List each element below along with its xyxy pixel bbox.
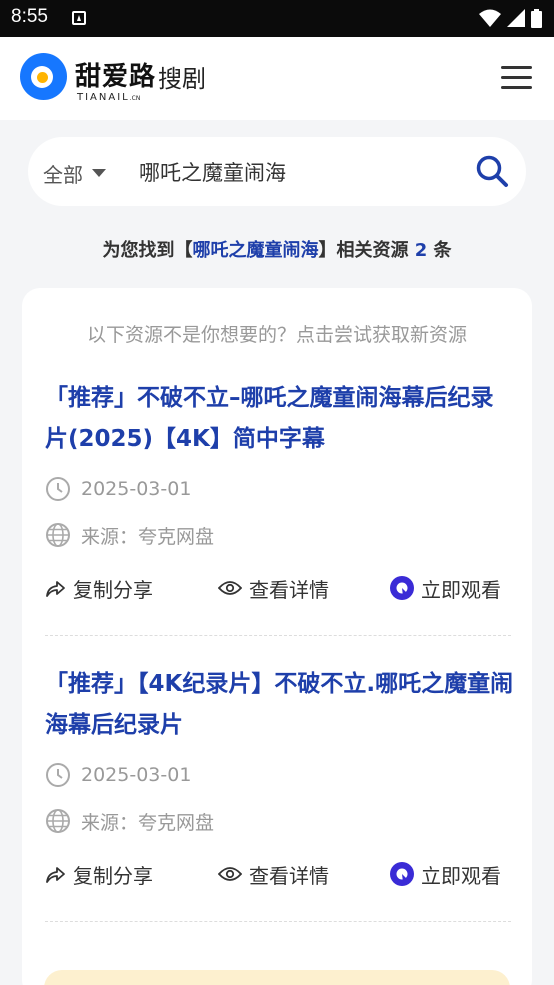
watch-now-label: 立即观看 [421,577,501,602]
summary-count: 2 [414,240,428,261]
share-icon [46,867,65,883]
new-resource-hint[interactable]: 以下资源不是你想要的？点击尝试获取新资源 [22,320,532,347]
result-title[interactable]: 「推荐」不破不立–哪吒之魔童闹海幕后纪录片(2025)【4K】简中字幕 [45,378,515,460]
watch-icon [390,576,414,600]
logo-title[interactable]: 甜爱路 [75,56,156,93]
globe-icon [46,523,70,547]
result-date: 2025-03-01 [45,762,191,788]
source-text: 来源：夸克网盘 [81,811,215,834]
view-detail-label: 查看详情 [249,863,329,888]
view-detail-button[interactable]: 查看详情 [218,861,329,888]
result-date: 2025-03-01 [45,476,191,502]
view-detail-label: 查看详情 [249,577,329,602]
results-card: 以下资源不是你想要的？点击尝试获取新资源 「推荐」不破不立–哪吒之魔童闹海幕后纪… [22,288,532,985]
summary-prefix: 为您找到【 [102,240,193,261]
date-text: 2025-03-01 [81,764,192,786]
clock-icon [46,763,70,787]
watch-now-label: 立即观看 [421,863,501,888]
status-time: 8:55 [11,6,48,27]
watch-now-button[interactable]: 立即观看 [390,575,501,602]
source-text: 来源：夸克网盘 [81,525,215,548]
view-detail-button[interactable]: 查看详情 [218,575,329,602]
item-divider [45,635,511,636]
copy-share-label: 复制分享 [73,577,153,602]
menu-icon[interactable] [501,66,532,90]
signal-icon [507,9,525,27]
logo-icon[interactable] [20,53,67,100]
notification-a-icon [72,11,86,25]
copy-share-button[interactable]: 复制分享 [45,575,153,602]
eye-icon [218,581,242,595]
watch-now-button[interactable]: 立即观看 [390,861,501,888]
wifi-icon [479,9,501,27]
watch-icon [390,862,414,886]
search-icon[interactable] [475,154,509,188]
logo-en-suffix: .CN [129,95,141,102]
summary-keyword: 哪吒之魔童闹海 [192,240,319,261]
share-icon [46,581,65,597]
result-summary: 为您找到【哪吒之魔童闹海】相关资源 2 条 [0,236,554,262]
search-input[interactable] [139,155,459,189]
item-divider [45,921,511,922]
promo-banner[interactable] [44,970,510,985]
summary-suffix: 条 [433,240,452,261]
clock-icon [46,477,70,501]
result-source: 来源：夸克网盘 [45,808,214,834]
copy-share-button[interactable]: 复制分享 [45,861,153,888]
search-bar: 全部 [28,137,526,206]
globe-icon [46,809,70,833]
logo-subtitle[interactable]: 搜剧 [158,59,206,94]
logo-english: TIANAIL.CN [77,92,140,103]
eye-icon [218,867,242,881]
caret-down-icon[interactable] [92,169,106,177]
copy-share-label: 复制分享 [73,863,153,888]
status-icons [479,8,542,28]
result-source: 来源：夸克网盘 [45,522,214,548]
search-scope-select[interactable]: 全部 [43,159,83,188]
summary-middle: 】相关资源 [318,240,409,261]
result-title[interactable]: 「推荐」【4K纪录片】不破不立.哪吒之魔童闹海幕后纪录片 [45,664,515,746]
logo-en-text: TIANAIL [77,92,130,103]
date-text: 2025-03-01 [81,478,192,500]
battery-icon [531,8,542,28]
status-bar: 8:55 [0,0,554,37]
app-header: 甜爱路 搜剧 TIANAIL.CN [0,37,554,120]
